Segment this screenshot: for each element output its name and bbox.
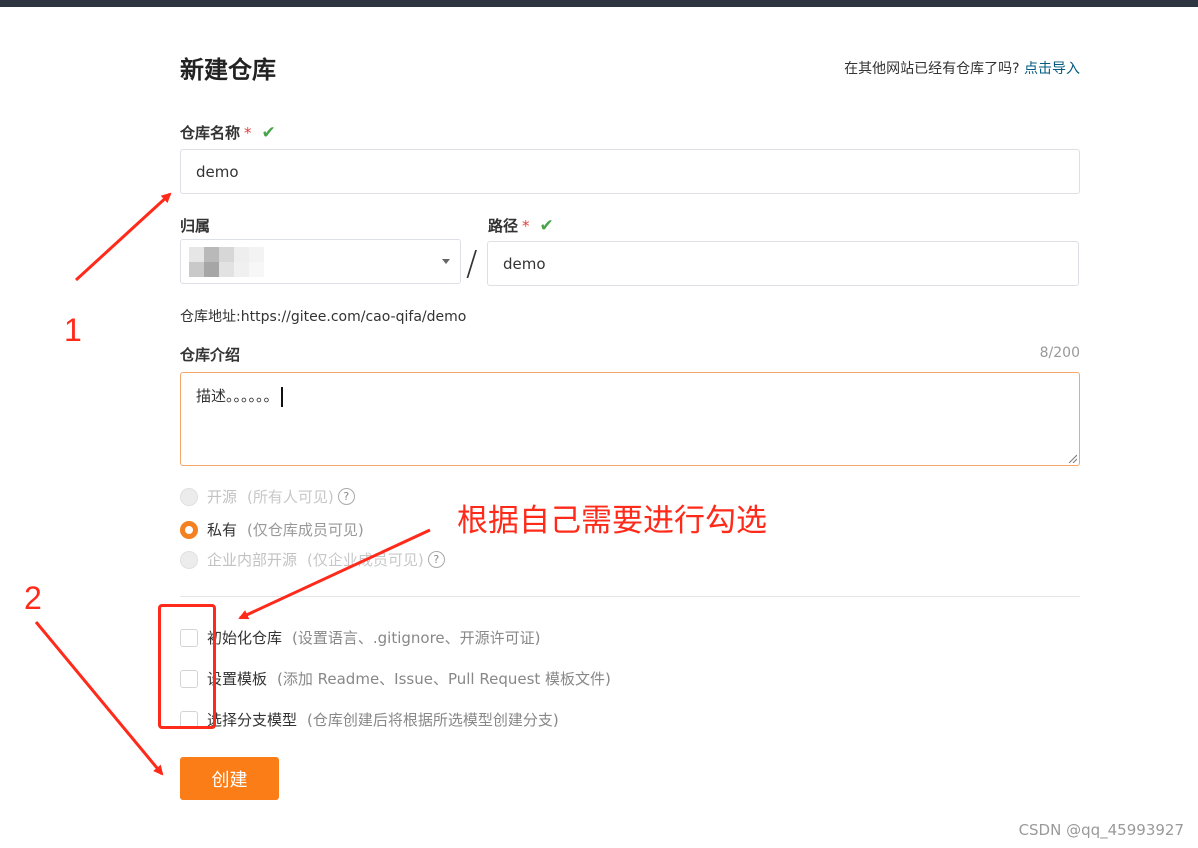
annotation-marker-2: 2: [24, 580, 42, 616]
annotation-marker-1: 1: [64, 312, 82, 348]
annotation-note: 根据自己需要进行勾选: [457, 503, 767, 538]
watermark: CSDN @qq_45993927: [1018, 821, 1184, 839]
annotation-arrow-note: [238, 528, 431, 620]
annotation-arrow-1: [74, 192, 172, 282]
annotation-checkbox-highlight: [158, 604, 216, 729]
annotation-arrow-2: [34, 621, 164, 776]
